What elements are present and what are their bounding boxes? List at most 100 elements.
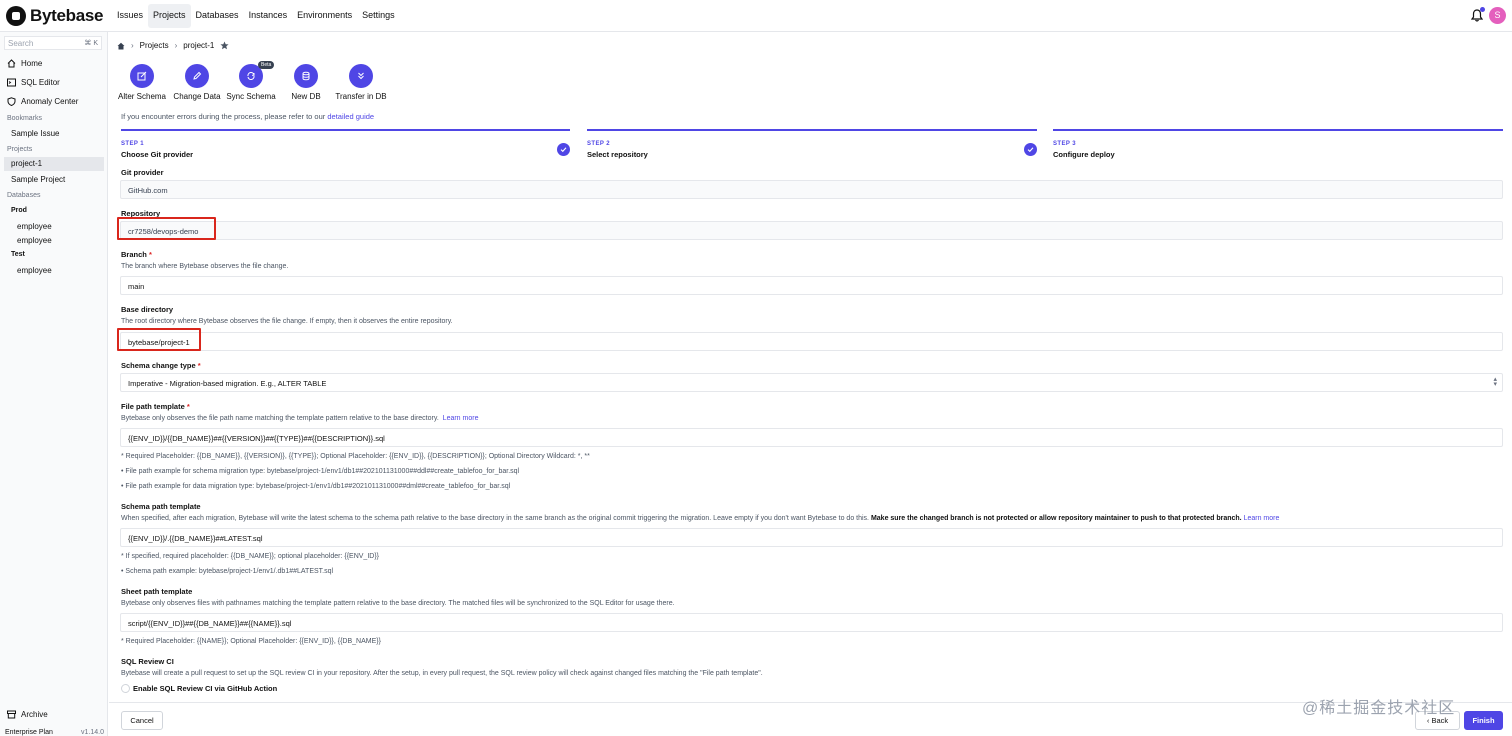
sidebar-item-archive[interactable]: Archive xyxy=(7,710,48,719)
archive-icon xyxy=(7,710,16,719)
sql-review-label: SQL Review CI xyxy=(121,657,174,666)
guide-text: If you encounter errors during the proce… xyxy=(121,112,375,121)
bytebase-logo-icon xyxy=(6,6,26,26)
sidebar-sample-project[interactable]: Sample Project xyxy=(11,175,65,184)
avatar[interactable]: S xyxy=(1489,7,1506,24)
step-3[interactable]: STEP 3 Configure deploy xyxy=(1053,129,1503,159)
nav-instances[interactable]: Instances xyxy=(244,4,293,28)
breadcrumb: › Projects › project-1 xyxy=(117,41,229,50)
action-label: New DB xyxy=(291,92,321,101)
sync-schema-button[interactable]: Beta Sync Schema xyxy=(221,61,281,101)
highlight-box-base-directory xyxy=(117,328,201,351)
action-label: Sync Schema xyxy=(226,92,276,101)
sheet-path-note: * Required Placeholder: {{NAME}}; Option… xyxy=(121,638,381,645)
action-label: Change Data xyxy=(173,92,221,101)
sidebar-item-sql-editor[interactable]: SQL Editor xyxy=(7,78,60,87)
sidebar-db-employee[interactable]: employee xyxy=(17,222,52,231)
sidebar-item-label: Home xyxy=(21,59,43,68)
finish-button[interactable]: Finish xyxy=(1464,711,1503,730)
cancel-button[interactable]: Cancel xyxy=(121,711,163,730)
breadcrumb-projects[interactable]: Projects xyxy=(140,41,169,50)
sidebar-project-1[interactable]: project-1 xyxy=(4,157,104,171)
file-path-template-desc: Bytebase only observes the file path nam… xyxy=(121,415,479,422)
search-input[interactable]: Search ⌘ K xyxy=(4,36,102,50)
select-arrows-icon: ▴ ▾ xyxy=(1493,376,1497,388)
file-path-note: • File path example for schema migration… xyxy=(121,468,520,475)
env-test: Test xyxy=(11,251,25,258)
databases-heading: Databases xyxy=(7,192,41,199)
schema-path-template-label: Schema path template xyxy=(121,502,201,511)
nav-databases[interactable]: Databases xyxy=(191,4,244,28)
learn-more-link[interactable]: Learn more xyxy=(1244,515,1280,522)
check-icon xyxy=(557,143,570,156)
sql-review-desc: Bytebase will create a pull request to s… xyxy=(121,670,763,677)
file-path-note: • File path example for data migration t… xyxy=(121,483,511,490)
sheet-path-template-label: Sheet path template xyxy=(121,587,193,596)
transfer-in-db-button[interactable]: Transfer in DB xyxy=(331,64,391,101)
step-1[interactable]: STEP 1 Choose Git provider xyxy=(121,129,570,159)
check-icon xyxy=(1024,143,1037,156)
change-data-button[interactable]: Change Data xyxy=(167,64,227,101)
watermark: @稀土掘金技术社区 xyxy=(1302,700,1456,717)
base-directory-desc: The root directory where Bytebase observ… xyxy=(121,318,453,325)
main-nav: Issues Projects Databases Instances Envi… xyxy=(112,4,400,28)
logo[interactable]: Bytebase xyxy=(6,5,104,27)
learn-more-link[interactable]: Learn more xyxy=(443,415,479,422)
schema-change-type-select[interactable]: Imperative - Migration-based migration. … xyxy=(120,373,1503,392)
git-provider-label: Git provider xyxy=(121,168,164,177)
detailed-guide-link[interactable]: detailed guide xyxy=(327,112,374,121)
main-content: › Projects › project-1 Alter Schema Chan… xyxy=(109,32,1512,736)
schema-path-template-desc: When specified, after each migration, By… xyxy=(121,515,1280,522)
sidebar-db-employee[interactable]: employee xyxy=(17,236,52,245)
alter-schema-button[interactable]: Alter Schema xyxy=(112,64,172,101)
git-provider-field: GitHub.com xyxy=(120,180,1503,199)
terminal-icon xyxy=(7,78,16,87)
file-path-template-input[interactable]: {{ENV_ID}}/{{DB_NAME}}##{{VERSION}}##{{T… xyxy=(120,428,1503,447)
home-icon xyxy=(7,59,16,68)
home-icon[interactable] xyxy=(117,42,125,50)
file-path-note: * Required Placeholder: {{DB_NAME}}, {{V… xyxy=(121,453,590,460)
plan-label[interactable]: Enterprise Plan xyxy=(5,729,53,736)
bookmark-sample-issue[interactable]: Sample Issue xyxy=(11,129,59,138)
pencil-icon xyxy=(193,71,202,80)
repository-field: cr7258/devops-demo xyxy=(120,221,1503,240)
sql-review-checkbox-label[interactable]: Enable SQL Review CI via GitHub Action xyxy=(133,684,277,693)
nav-projects[interactable]: Projects xyxy=(148,4,191,28)
schema-path-note: • Schema path example: bytebase/project-… xyxy=(121,568,334,575)
chevron-right-icon: › xyxy=(131,41,134,50)
action-label: Transfer in DB xyxy=(335,92,387,101)
shield-icon xyxy=(7,97,16,106)
schema-change-type-label: Schema change type * xyxy=(121,361,201,370)
chevron-right-icon: › xyxy=(174,41,178,50)
base-directory-label: Base directory xyxy=(121,305,174,314)
sidebar-item-home[interactable]: Home xyxy=(7,59,42,68)
nav-settings[interactable]: Settings xyxy=(357,4,400,28)
app-name: Bytebase xyxy=(30,6,104,25)
nav-issues[interactable]: Issues xyxy=(112,4,148,28)
sidebar-item-anomaly-center[interactable]: Anomaly Center xyxy=(7,97,78,106)
branch-input[interactable]: main xyxy=(120,276,1503,295)
nav-environments[interactable]: Environments xyxy=(292,4,357,28)
new-db-button[interactable]: New DB xyxy=(276,64,336,101)
projects-heading: Projects xyxy=(7,146,33,153)
search-shortcut: ⌘ K xyxy=(84,40,98,47)
sync-icon xyxy=(247,71,255,81)
version-label: v1.14.0 xyxy=(81,729,104,736)
sidebar-item-label: Archive xyxy=(21,710,48,719)
beta-badge: Beta xyxy=(258,61,275,69)
base-directory-input[interactable]: bytebase/project-1 xyxy=(120,332,1503,351)
sheet-path-template-input[interactable]: script/{{ENV_ID}}##{{DB_NAME}}##{{NAME}}… xyxy=(120,613,1503,632)
breadcrumb-current: project-1 xyxy=(183,41,215,50)
top-nav-bar: Bytebase Issues Projects Databases Insta… xyxy=(0,0,1512,32)
sidebar-db-employee[interactable]: employee xyxy=(17,266,52,275)
star-icon[interactable] xyxy=(220,41,229,50)
chevrons-down-icon xyxy=(358,72,364,80)
sql-review-checkbox[interactable] xyxy=(121,684,130,693)
step-2[interactable]: STEP 2 Select repository xyxy=(587,129,1037,159)
branch-desc: The branch where Bytebase observes the f… xyxy=(121,263,289,270)
bookmarks-heading: Bookmarks xyxy=(7,115,43,122)
highlight-box-repository xyxy=(117,217,216,240)
sidebar: Search ⌘ K Home SQL Editor Anomaly Cente… xyxy=(0,32,108,736)
search-placeholder: Search xyxy=(8,39,34,48)
schema-path-template-input[interactable]: {{ENV_ID}}/.{{DB_NAME}}##LATEST.sql xyxy=(120,528,1503,547)
